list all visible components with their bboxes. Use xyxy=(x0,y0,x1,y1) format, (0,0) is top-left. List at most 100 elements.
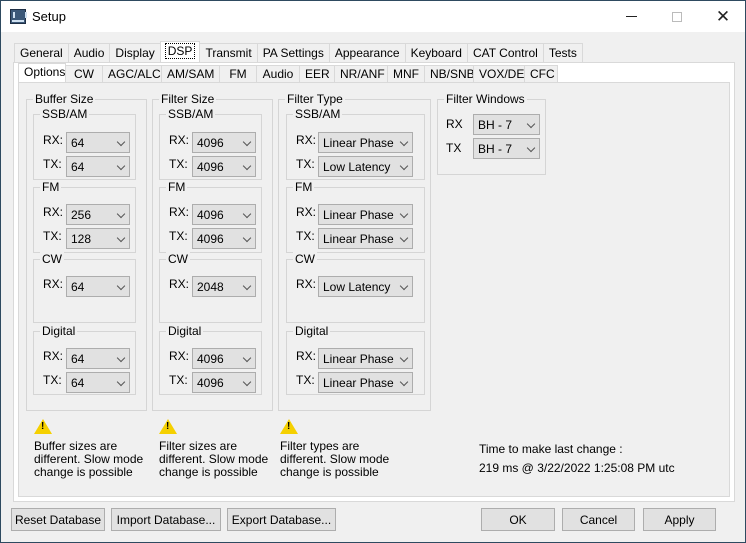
chevron-down-icon xyxy=(526,143,536,153)
tab-appearance[interactable]: Appearance xyxy=(328,43,406,62)
time-value: 219 ms @ 3/22/2022 1:25:08 PM utc xyxy=(479,461,675,475)
subtab-vox-de[interactable]: VOX/DE xyxy=(473,65,525,83)
filter-size-digital-tx-label: TX: xyxy=(169,373,188,387)
chevron-down-icon xyxy=(116,281,126,291)
filter-size-digital-title: Digital xyxy=(166,324,204,338)
subtab-options[interactable]: Options xyxy=(18,63,66,83)
tab-keyboard[interactable]: Keyboard xyxy=(404,43,468,62)
filter-size-ssb-rx-select[interactable]: 4096 xyxy=(192,132,256,153)
subtab-agc-alc[interactable]: AGC/ALC xyxy=(102,65,162,83)
apply-button[interactable]: Apply xyxy=(643,508,716,531)
filter-type-digital-tx-select[interactable]: Linear Phase xyxy=(318,372,413,393)
filter-type-digital-rx-label: RX: xyxy=(296,349,317,363)
filter-type-ssb-tx-select[interactable]: Low Latency xyxy=(318,156,413,177)
subtab-cw[interactable]: CW xyxy=(65,65,103,83)
tab-label: Display xyxy=(115,46,155,60)
chevron-down-icon xyxy=(242,209,252,219)
title-bar: Setup ✕ xyxy=(1,1,745,32)
filter-windows-rx-value: BH - 7 xyxy=(478,118,513,132)
filter-size-digital-tx-select[interactable]: 4096 xyxy=(192,372,256,393)
filter-size-fm-tx-select[interactable]: 4096 xyxy=(192,228,256,249)
tab-display[interactable]: Display xyxy=(109,43,161,62)
buffer-cw-title: CW xyxy=(40,252,64,266)
tab-pa-settings[interactable]: PA Settings xyxy=(256,43,330,62)
subtab-fm[interactable]: FM xyxy=(219,65,257,83)
buffer-digital-tx-select[interactable]: 64 xyxy=(66,372,130,393)
filter-type-fm-rx-select[interactable]: Linear Phase xyxy=(318,204,413,225)
export-database-button[interactable]: Export Database... xyxy=(227,508,336,531)
tab-transmit[interactable]: Transmit xyxy=(199,43,258,62)
subtab-mnf[interactable]: MNF xyxy=(387,65,425,83)
filter-type-cw-title: CW xyxy=(293,252,317,266)
subtab-eer[interactable]: EER xyxy=(299,65,335,83)
filter-type-fm-rx-value: Linear Phase xyxy=(323,208,394,222)
filter-windows-rx-select[interactable]: BH - 7 xyxy=(473,114,540,135)
buffer-cw-rx-select[interactable]: 64 xyxy=(66,276,130,297)
subtab-nb-snb[interactable]: NB/SNB xyxy=(424,65,475,83)
filter-size-digital-rx-select[interactable]: 4096 xyxy=(192,348,256,369)
buffer-fm-tx-select[interactable]: 128 xyxy=(66,228,130,249)
maximize-icon xyxy=(672,11,682,22)
tab-cat-control[interactable]: CAT Control xyxy=(466,43,544,62)
tab-label: Keyboard xyxy=(410,46,462,60)
filter-type-fm-tx-label: TX: xyxy=(296,229,315,243)
tab-label: DSP xyxy=(164,43,196,59)
filter-windows-title: Filter Windows xyxy=(444,92,527,106)
filter-size-cw-rx-select[interactable]: 2048 xyxy=(192,276,256,297)
minimize-button[interactable] xyxy=(608,1,654,32)
buffer-fm-rx-select[interactable]: 256 xyxy=(66,204,130,225)
filter-size-fm-tx-value: 4096 xyxy=(197,232,224,246)
tab-label: AGC/ALC xyxy=(108,67,161,81)
filter-type-title: Filter Type xyxy=(285,92,345,106)
chevron-down-icon xyxy=(116,233,126,243)
filter-size-ssb-tx-label: TX: xyxy=(169,157,188,171)
maximize-button[interactable] xyxy=(654,1,700,32)
subtab-audio[interactable]: Audio xyxy=(256,65,300,83)
filter-type-ssb-rx-value: Linear Phase xyxy=(323,136,394,150)
filter-type-ssb-tx-label: TX: xyxy=(296,157,315,171)
filter-type-fm-tx-select[interactable]: Linear Phase xyxy=(318,228,413,249)
filter-type-digital-rx-value: Linear Phase xyxy=(323,352,394,366)
filter-size-fm-rx-value: 4096 xyxy=(197,208,224,222)
buffer-digital-title: Digital xyxy=(40,324,78,338)
filter-size-digital-rx-label: RX: xyxy=(169,349,190,363)
tab-tests[interactable]: Tests xyxy=(542,43,583,62)
buffer-ssb-rx-label: RX: xyxy=(43,133,64,147)
filter-size-digital-tx-value: 4096 xyxy=(197,376,224,390)
subtab-nr-anf[interactable]: NR/ANF xyxy=(334,65,388,83)
buffer-fm-title: FM xyxy=(40,180,62,194)
tab-label: General xyxy=(20,46,63,60)
filter-size-ssb-tx-select[interactable]: 4096 xyxy=(192,156,256,177)
chevron-down-icon xyxy=(116,377,126,387)
chevron-down-icon xyxy=(116,137,126,147)
filter-type-ssb-rx-select[interactable]: Linear Phase xyxy=(318,132,413,153)
buffer-cw-rx-label: RX: xyxy=(43,277,64,291)
filter-size-fm-title: FM xyxy=(166,180,188,194)
close-button[interactable]: ✕ xyxy=(700,1,746,32)
filter-type-cw-rx-label: RX: xyxy=(296,277,317,291)
buffer-digital-tx-value: 64 xyxy=(71,376,85,390)
import-database-button[interactable]: Import Database... xyxy=(111,508,221,531)
filter-size-fm-rx-select[interactable]: 4096 xyxy=(192,204,256,225)
subtab-am-sam[interactable]: AM/SAM xyxy=(161,65,220,83)
buffer-ssb-tx-select[interactable]: 64 xyxy=(66,156,130,177)
filter-windows-rx-label: RX xyxy=(446,117,463,131)
tab-dsp[interactable]: DSP xyxy=(159,41,201,62)
filter-type-digital-rx-select[interactable]: Linear Phase xyxy=(318,348,413,369)
tab-audio[interactable]: Audio xyxy=(67,43,111,62)
minimize-icon xyxy=(625,16,637,17)
top-tab-strip: General Audio Display DSP Transmit PA Setting… xyxy=(14,41,583,62)
filter-windows-tx-select[interactable]: BH - 7 xyxy=(473,138,540,159)
tab-label: CFC xyxy=(530,67,555,81)
cancel-button[interactable]: Cancel xyxy=(562,508,635,531)
tab-label: CAT Control xyxy=(472,46,538,60)
tab-general[interactable]: General xyxy=(14,43,69,62)
reset-database-button[interactable]: Reset Database xyxy=(11,508,105,531)
filter-type-cw-rx-select[interactable]: Low Latency xyxy=(318,276,413,297)
ok-button[interactable]: OK xyxy=(481,508,555,531)
buffer-ssb-rx-select[interactable]: 64 xyxy=(66,132,130,153)
subtab-cfc[interactable]: CFC xyxy=(524,65,558,83)
buffer-digital-rx-select[interactable]: 64 xyxy=(66,348,130,369)
filter-size-ssb-tx-value: 4096 xyxy=(197,160,224,174)
filter-type-digital-title: Digital xyxy=(293,324,331,338)
